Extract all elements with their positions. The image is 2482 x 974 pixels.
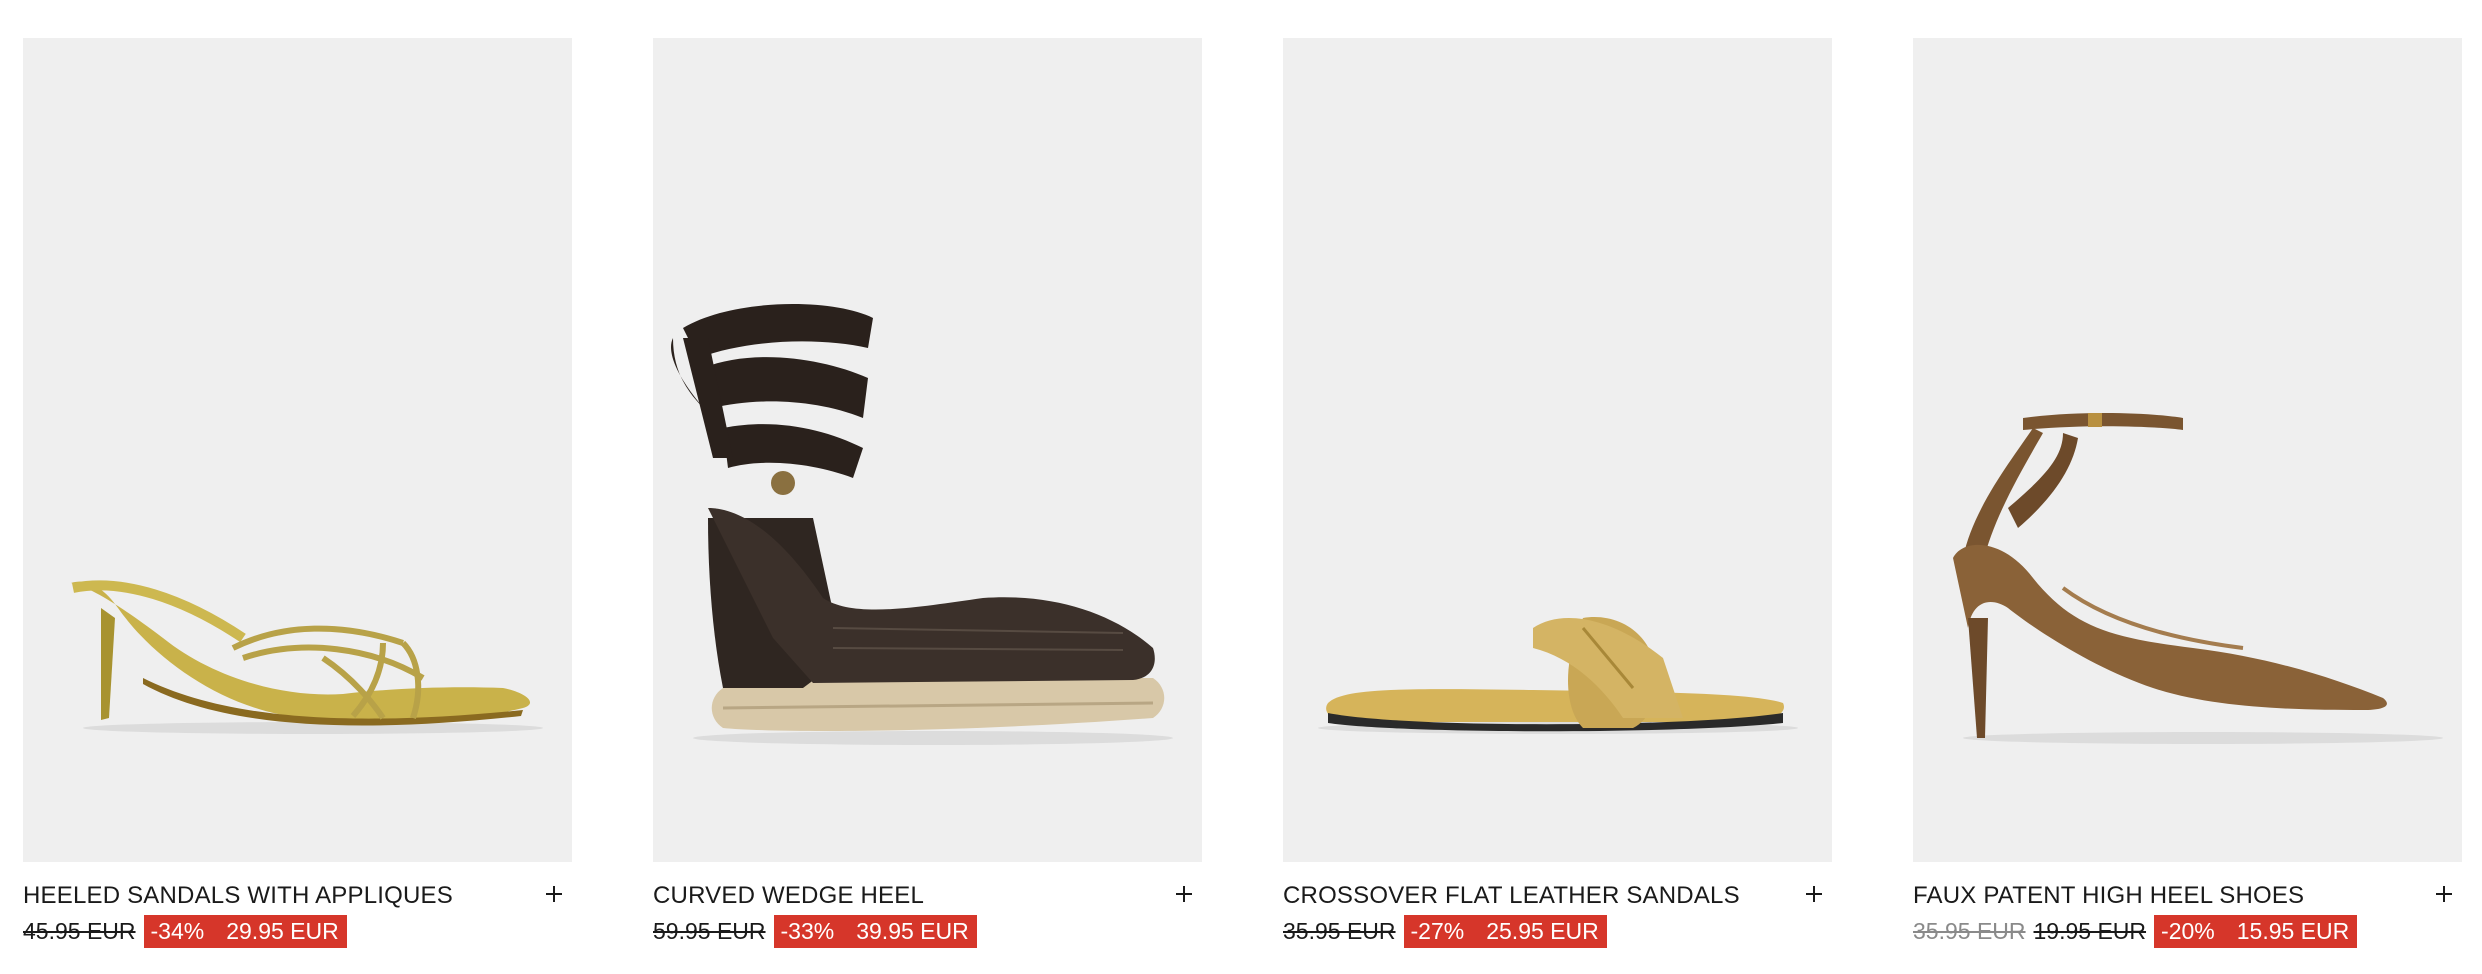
product-card[interactable]: FAUX PATENT HIGH HEEL SHOES 35.95 EUR 19… bbox=[1913, 38, 2462, 948]
wedge-espadrille-image bbox=[671, 304, 1173, 745]
discount-percent: -34% bbox=[150, 917, 205, 944]
price-row: 45.95 EUR -34% 29.95 EUR bbox=[23, 914, 572, 948]
sale-badge: -20% 15.95 EUR bbox=[2154, 914, 2358, 948]
product-image[interactable] bbox=[23, 38, 572, 862]
product-title[interactable]: FAUX PATENT HIGH HEEL SHOES bbox=[1913, 882, 2304, 910]
sale-badge: -27% 25.95 EUR bbox=[1403, 914, 1607, 948]
heeled-sandal-image bbox=[71, 580, 543, 734]
add-to-cart-plus-icon[interactable] bbox=[1800, 880, 1828, 908]
price-row: 59.95 EUR -33% 39.95 EUR bbox=[653, 914, 1202, 948]
add-to-cart-plus-icon[interactable] bbox=[1170, 880, 1198, 908]
product-card[interactable]: CURVED WEDGE HEEL 59.95 EUR -33% 39.95 E… bbox=[653, 38, 1202, 948]
product-image[interactable] bbox=[1283, 38, 1832, 862]
product-title[interactable]: CURVED WEDGE HEEL bbox=[653, 882, 924, 910]
price-row: 35.95 EUR 19.95 EUR -20% 15.95 EUR bbox=[1913, 914, 2462, 948]
old-price: 45.95 EUR bbox=[23, 917, 136, 944]
sale-badge: -34% 29.95 EUR bbox=[143, 914, 347, 948]
product-card[interactable]: CROSSOVER FLAT LEATHER SANDALS 35.95 EUR… bbox=[1283, 38, 1832, 948]
add-to-cart-plus-icon[interactable] bbox=[540, 880, 568, 908]
product-image[interactable] bbox=[1913, 38, 2462, 862]
discount-percent: -33% bbox=[780, 917, 835, 944]
original-price: 35.95 EUR bbox=[1913, 917, 2026, 944]
sale-price: 29.95 EUR bbox=[226, 917, 339, 944]
product-title[interactable]: CROSSOVER FLAT LEATHER SANDALS bbox=[1283, 882, 1740, 910]
old-price: 59.95 EUR bbox=[653, 917, 766, 944]
add-to-cart-plus-icon[interactable] bbox=[2430, 880, 2458, 908]
old-price: 35.95 EUR bbox=[1283, 917, 1396, 944]
price-row: 35.95 EUR -27% 25.95 EUR bbox=[1283, 914, 1832, 948]
flat-leather-sandal-image bbox=[1318, 617, 1798, 734]
discount-percent: -27% bbox=[1410, 917, 1465, 944]
sale-price: 25.95 EUR bbox=[1486, 917, 1599, 944]
sale-price: 15.95 EUR bbox=[2236, 917, 2350, 944]
sale-badge: -33% 39.95 EUR bbox=[773, 914, 977, 948]
product-title[interactable]: HEELED SANDALS WITH APPLIQUES bbox=[23, 882, 453, 910]
patent-high-heel-image bbox=[1953, 413, 2443, 744]
sale-price: 39.95 EUR bbox=[856, 917, 969, 944]
product-grid: HEELED SANDALS WITH APPLIQUES 45.95 EUR … bbox=[0, 0, 2482, 974]
product-image[interactable] bbox=[653, 38, 1202, 862]
discount-percent: -20% bbox=[2161, 917, 2215, 944]
product-card[interactable]: HEELED SANDALS WITH APPLIQUES 45.95 EUR … bbox=[23, 38, 572, 948]
old-price: 19.95 EUR bbox=[2033, 917, 2147, 944]
